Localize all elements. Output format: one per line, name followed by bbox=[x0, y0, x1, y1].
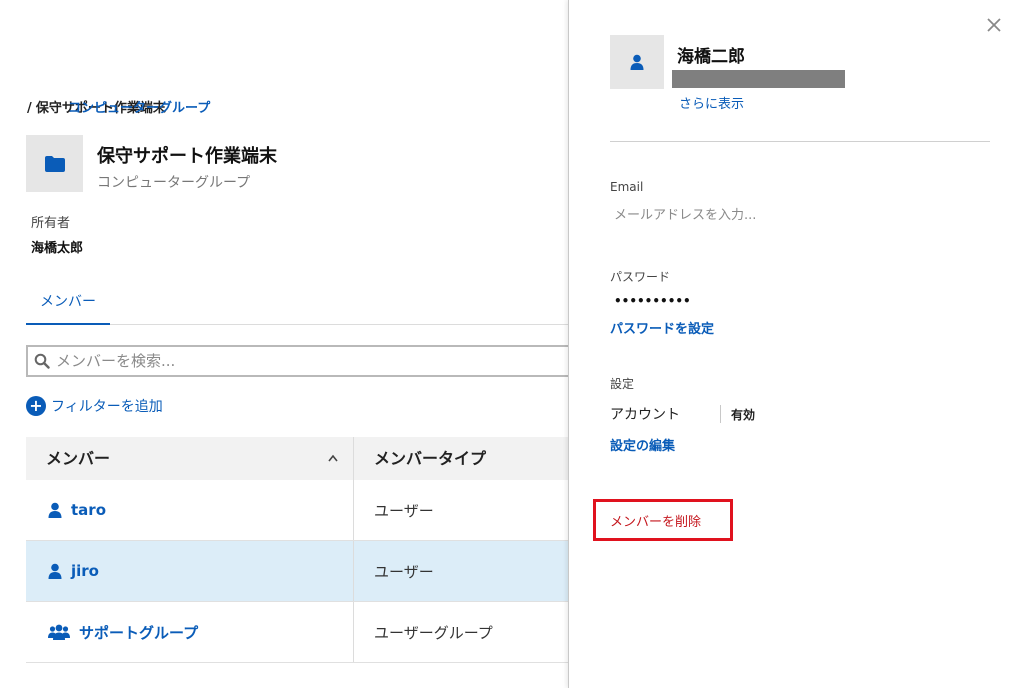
group-detail-panel: コンピューターグループ / 保守サポート作業端末 保守サポート作業端末 コンピュ… bbox=[0, 0, 568, 688]
password-label: パスワード bbox=[610, 270, 671, 284]
account-key: アカウント bbox=[610, 407, 680, 423]
member-name-link[interactable]: サポートグループ bbox=[79, 622, 198, 643]
account-setting-row: アカウント 有効 bbox=[610, 404, 755, 424]
password-value: •••••••••• bbox=[614, 294, 691, 308]
add-filter-label: フィルターを追加 bbox=[51, 399, 163, 415]
add-filter-button[interactable]: + フィルターを追加 bbox=[26, 396, 163, 416]
page-subtitle: コンピューターグループ bbox=[97, 175, 251, 191]
users-icon bbox=[48, 624, 70, 640]
members-table: メンバー メンバータイプ taro ユーザー jiro ユーザー サポートグルー… bbox=[26, 437, 568, 663]
member-type: ユーザーグループ bbox=[374, 623, 493, 642]
user-icon bbox=[48, 563, 62, 579]
avatar bbox=[610, 35, 664, 89]
table-row[interactable]: taro ユーザー bbox=[26, 480, 568, 541]
email-field[interactable] bbox=[610, 203, 910, 227]
table-row[interactable]: jiro ユーザー bbox=[26, 541, 568, 602]
user-icon bbox=[48, 502, 62, 518]
remove-member-button[interactable]: メンバーを削除 bbox=[593, 499, 733, 541]
member-name-link[interactable]: taro bbox=[71, 501, 106, 519]
user-icon bbox=[630, 54, 644, 70]
tab-bar: メンバー bbox=[26, 280, 568, 325]
edit-settings-link[interactable]: 設定の編集 bbox=[610, 435, 675, 454]
member-name: 海橋二郎 bbox=[677, 47, 745, 67]
sort-ascending-icon[interactable] bbox=[327, 437, 339, 498]
search-box bbox=[26, 345, 568, 377]
member-type: ユーザー bbox=[374, 501, 434, 520]
settings-label: 設定 bbox=[610, 377, 635, 391]
redacted-block bbox=[672, 70, 845, 88]
breadcrumb: コンピューターグループ / 保守サポート作業端末 bbox=[27, 97, 210, 116]
divider bbox=[720, 405, 721, 423]
search-input[interactable] bbox=[56, 352, 556, 370]
member-type: ユーザー bbox=[374, 562, 434, 581]
breadcrumb-parent-link[interactable]: コンピューターグループ bbox=[68, 97, 210, 116]
table-row[interactable]: サポートグループ ユーザーグループ bbox=[26, 602, 568, 663]
tab-members[interactable]: メンバー bbox=[26, 280, 110, 325]
page-title: 保守サポート作業端末 bbox=[97, 146, 277, 167]
member-detail-flyout: 海橋二郎 さらに表示 Email パスワード •••••••••• パスワードを… bbox=[568, 0, 1022, 688]
table-header: メンバー メンバータイプ bbox=[26, 437, 568, 480]
plus-circle-icon: + bbox=[26, 396, 46, 416]
account-status: 有効 bbox=[731, 407, 756, 422]
breadcrumb-separator: / bbox=[27, 101, 32, 116]
set-password-link[interactable]: パスワードを設定 bbox=[610, 318, 714, 337]
folder-icon bbox=[44, 155, 65, 172]
close-icon[interactable] bbox=[984, 15, 1004, 35]
divider bbox=[610, 141, 990, 142]
owner-value: 海橋太郎 bbox=[31, 241, 84, 256]
owner-label: 所有者 bbox=[31, 216, 71, 231]
member-name-link[interactable]: jiro bbox=[71, 562, 99, 580]
column-header-member[interactable]: メンバー bbox=[26, 437, 354, 480]
group-avatar bbox=[26, 135, 83, 192]
email-label: Email bbox=[610, 180, 644, 194]
search-icon bbox=[28, 353, 56, 369]
show-more-link[interactable]: さらに表示 bbox=[679, 93, 744, 112]
column-header-member-type[interactable]: メンバータイプ bbox=[354, 437, 568, 480]
